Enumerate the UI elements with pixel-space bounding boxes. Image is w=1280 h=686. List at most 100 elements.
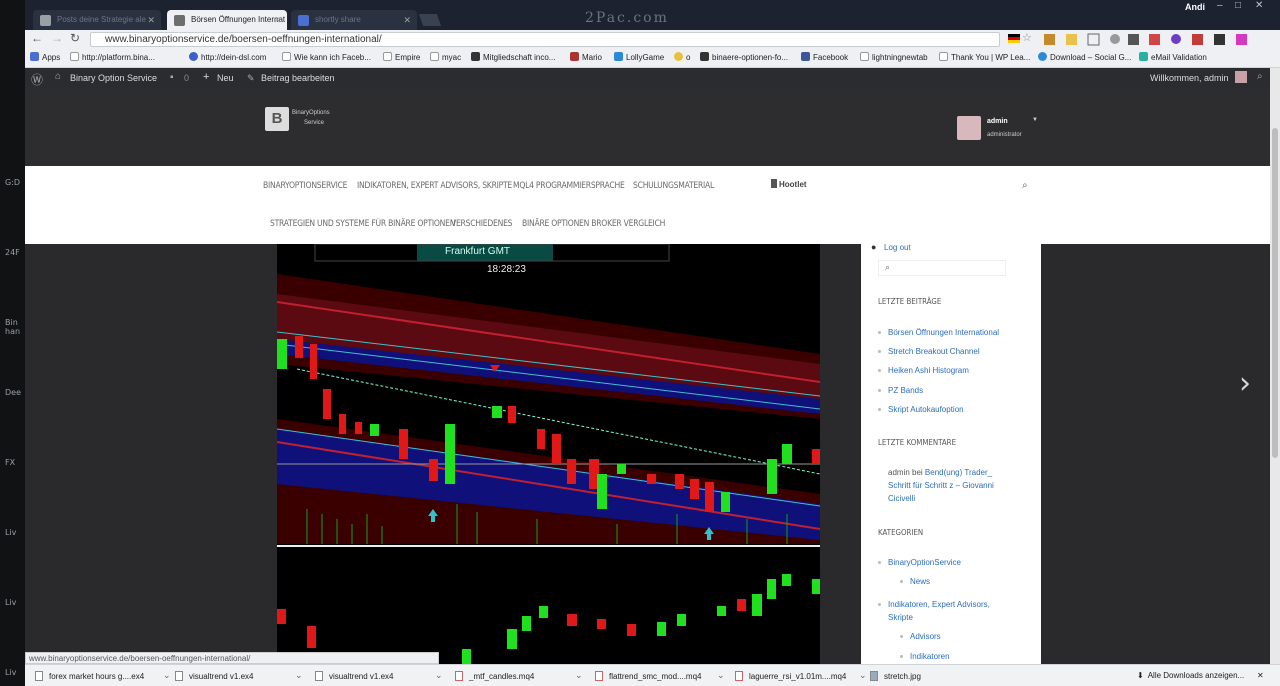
bookmark[interactable]: myac [430, 52, 461, 64]
download-item[interactable]: laguerre_rsi_v1.01m....mq4 ⌄ [735, 670, 867, 681]
download-item[interactable]: forex market hours g....ex4 ⌄ [35, 670, 171, 681]
comment-icon[interactable]: ▪ [170, 72, 174, 83]
nav-item-broker-vergleich[interactable]: Binäre Optionen Broker Vergleich [522, 219, 665, 229]
bookmark[interactable]: Mario [570, 52, 602, 64]
address-bar[interactable]: www.binaryoptionservice.de/boersen-oeffn… [90, 32, 1000, 47]
wp-admin-bar: Ⓦ ⌂ Binary Option Service ▪ 0 + Neu ✎ Be… [25, 68, 1270, 89]
search-input[interactable]: ⌕ [878, 260, 1006, 276]
star-icon[interactable]: ☆ [1022, 31, 1032, 44]
category-link[interactable]: Indikatoren, Expert Advisors, Skripte [878, 598, 1013, 624]
admin-bar-site[interactable]: Binary Option Service [70, 73, 157, 83]
trading-chart-image [277, 244, 820, 664]
admin-bar-new[interactable]: Neu [217, 73, 234, 83]
download-icon: ⬇ [1137, 671, 1144, 680]
search-icon[interactable]: ⌕ [1257, 71, 1263, 82]
nav-item-mql4[interactable]: MQL4 Programmiersprache [513, 181, 625, 191]
search-icon[interactable]: ⌕ [1022, 180, 1028, 191]
user-name[interactable]: admin [987, 118, 1008, 125]
bookmark-apps[interactable]: Apps [30, 52, 60, 64]
new-tab-button[interactable] [418, 14, 442, 26]
bookmark[interactable]: binaere-optionen-fo... [700, 52, 788, 64]
bookmark[interactable]: Download – Social G... [1038, 52, 1131, 64]
side-panel-item: 24F [5, 248, 20, 257]
bookmark[interactable]: LollyGame [614, 52, 664, 64]
scrollbar-thumb[interactable] [1272, 128, 1278, 458]
wordpress-icon[interactable]: Ⓦ [31, 71, 43, 88]
tab[interactable]: shortly share ✕ [291, 10, 417, 30]
bookmark[interactable]: Facebook [801, 52, 848, 64]
address-url: www.binaryoptionservice.de/boersen-oeffn… [105, 34, 382, 45]
comment-author: admin bei [888, 468, 923, 477]
bookmark[interactable]: Thank You | WP Lea... [939, 52, 1030, 64]
scrollbar[interactable] [1270, 68, 1280, 664]
bookmark[interactable]: http://platform.bina... [70, 52, 155, 64]
chevron-down-icon[interactable]: ⌄ [163, 670, 171, 681]
nav-item-schulungsmaterial[interactable]: Schulungsmaterial [633, 181, 714, 191]
chevron-down-icon[interactable]: ▼ [1032, 117, 1038, 123]
bookmark[interactable]: Mitgliedschaft inco... [471, 52, 555, 64]
chevron-down-icon[interactable]: ⌄ [295, 670, 303, 681]
recent-post-link[interactable]: Skript Autokaufoption [878, 403, 964, 416]
category-link[interactable]: Indikatoren [900, 650, 950, 663]
recent-post-link[interactable]: Heiken Ashi Histogram [878, 364, 969, 377]
side-panel-item: Bin han [5, 318, 21, 336]
side-panel-item: G:D [5, 178, 21, 187]
tab-active[interactable]: Börsen Öffnungen Internat ✕ [167, 10, 287, 30]
category-link[interactable]: BinaryOptionService [878, 556, 961, 569]
forward-icon[interactable]: → [51, 31, 63, 45]
bookmark[interactable]: o [674, 52, 690, 64]
side-panel-item: FX [5, 458, 16, 467]
bookmark[interactable]: Wie kann ich Faceb... [282, 52, 371, 64]
bookmark[interactable]: Empire [383, 52, 420, 64]
reload-icon[interactable]: ↻ [70, 31, 80, 45]
nav-item-indikatoren[interactable]: Indikatoren, Expert Advisors, Skripte [357, 181, 512, 191]
maximize-icon[interactable]: □ [1235, 0, 1241, 11]
logo-icon[interactable]: B [265, 107, 289, 131]
chevron-down-icon[interactable]: ⌄ [717, 670, 725, 681]
close-window-icon[interactable]: ✕ [1255, 0, 1263, 11]
close-icon[interactable]: ✕ [1257, 671, 1264, 680]
close-icon[interactable]: ✕ [147, 10, 155, 30]
nav-item-binaryoptionservice[interactable]: BinaryOptionService [263, 181, 348, 191]
extensions-icon[interactable] [1042, 33, 1262, 46]
profile-name[interactable]: Andi [1185, 2, 1205, 12]
admin-bar-greeting[interactable]: Willkommen, admin [1150, 73, 1229, 83]
bookmark[interactable]: http://dein-dsl.com [189, 52, 266, 64]
download-item[interactable]: flattrend_smc_mod....mq4 ⌄ [595, 670, 725, 681]
user-avatar[interactable] [957, 116, 981, 140]
category-link[interactable]: Advisors [900, 630, 941, 643]
tab-title: Börsen Öffnungen Internat [191, 15, 286, 24]
category-link[interactable]: News [899, 575, 930, 588]
back-icon[interactable]: ← [31, 31, 43, 45]
download-item[interactable]: visualtrend v1.ex4 ⌄ [315, 670, 443, 681]
flag-icon[interactable] [1008, 34, 1020, 43]
owl-icon [771, 179, 777, 188]
chevron-right-icon[interactable]: › [1239, 366, 1251, 401]
download-item[interactable]: stretch.jpg [870, 671, 921, 681]
close-icon[interactable]: ✕ [273, 10, 281, 30]
bookmark[interactable]: eMail Validation [1139, 52, 1207, 64]
chevron-down-icon[interactable]: ⌄ [859, 670, 867, 681]
tab[interactable]: Posts deine Strategie ale ✕ [33, 10, 161, 30]
recent-post-link[interactable]: Stretch Breakout Channel [878, 345, 980, 358]
chevron-down-icon[interactable]: ⌄ [435, 670, 443, 681]
chevron-down-icon[interactable]: ⌄ [575, 670, 583, 681]
file-icon [735, 671, 743, 681]
show-all-downloads[interactable]: ⬇ Alle Downloads anzeigen... [1137, 671, 1244, 680]
logout-link[interactable]: Log out [884, 243, 911, 252]
minimize-icon[interactable]: – [1217, 0, 1223, 11]
file-icon [315, 671, 323, 681]
nav-item-verschiedenes[interactable]: Verschiedenes [451, 219, 513, 229]
download-item[interactable]: visualtrend v1.ex4 ⌄ [175, 670, 303, 681]
avatar[interactable] [1235, 71, 1247, 83]
nav-item-strategien[interactable]: Strategien und Systeme für binäre Option… [270, 219, 455, 229]
download-item[interactable]: _mtf_candles.mq4 ⌄ [455, 670, 583, 681]
hootlet-button[interactable]: Hootlet [771, 179, 807, 189]
logo-line1: BinaryOptions [292, 110, 330, 116]
bookmark[interactable]: lightningnewtab [860, 52, 928, 64]
admin-bar-edit[interactable]: Beitrag bearbeiten [261, 73, 335, 83]
recent-post-link[interactable]: Börsen Öffnungen International [877, 326, 999, 339]
plus-icon: + [203, 71, 210, 83]
recent-post-link[interactable]: PZ Bands [877, 384, 923, 397]
close-icon[interactable]: ✕ [403, 10, 411, 30]
